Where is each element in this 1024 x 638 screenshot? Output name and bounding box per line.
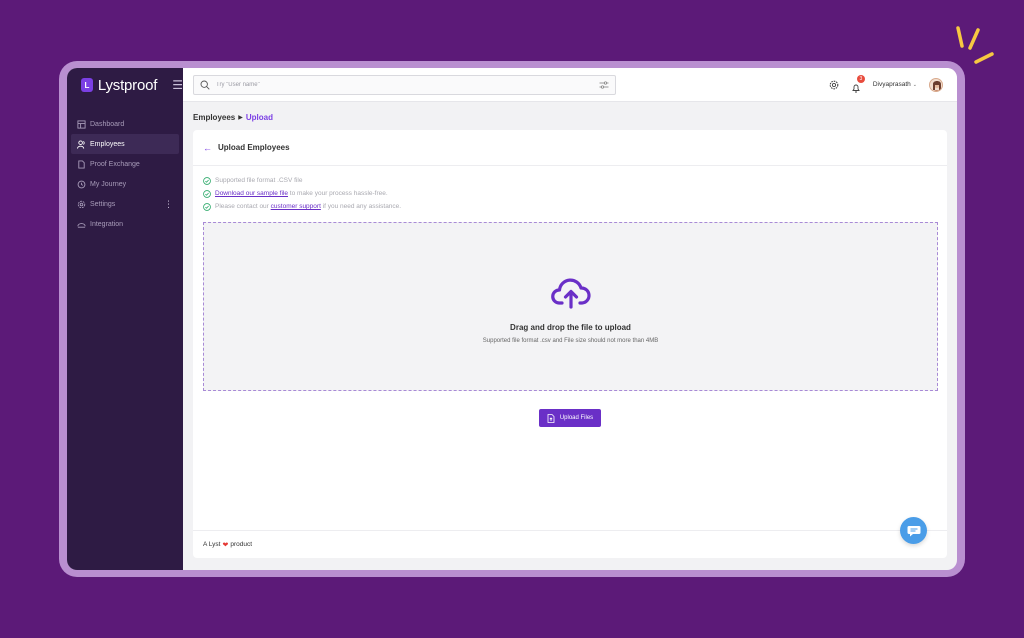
history-icon (77, 180, 86, 189)
upload-card: ← Upload Employees Supported file format… (193, 130, 947, 558)
upload-instructions: Supported file format .CSV file Download… (193, 166, 947, 213)
info-text: Download our sample file to make your pr… (215, 190, 388, 197)
breadcrumb: Employees ▶ Upload (193, 110, 947, 124)
file-upload-icon (547, 413, 555, 423)
dropzone-subtitle: Supported file format .csv and File size… (482, 338, 659, 344)
back-arrow-icon[interactable]: ← (203, 143, 212, 153)
sidebar-item-label: Proof Exchange (90, 160, 140, 168)
bell-icon (852, 84, 860, 92)
notifications[interactable]: 3 (851, 74, 865, 92)
check-circle-icon (203, 189, 211, 198)
info-text-rest: to make your process hassle-free. (287, 190, 388, 197)
info-text: Please contact our customer support if y… (215, 203, 401, 210)
heart-icon: ❤ (222, 541, 229, 549)
sidebar-item-my-journey[interactable]: My Journey (67, 174, 183, 194)
integration-icon (77, 220, 86, 229)
page-title: Upload Employees (218, 143, 290, 152)
users-icon (77, 139, 86, 149)
info-row: Please contact our customer support if y… (203, 200, 947, 213)
content: Employees ▶ Upload ← Upload Employees Su… (183, 102, 957, 570)
topbar: 3 Divyaprasath ⌄ (183, 68, 957, 102)
card-header: ← Upload Employees (193, 130, 947, 166)
notification-badge: 3 (856, 74, 865, 83)
sidebar-item-proof-exchange[interactable]: Proof Exchange (67, 154, 183, 174)
search-icon (200, 80, 210, 90)
sidebar-item-label: My Journey (90, 180, 127, 188)
check-circle-icon (203, 176, 211, 185)
upload-button-wrap: Upload Files (193, 409, 947, 427)
sidebar-item-label: Integration (90, 220, 124, 228)
sidebar: L Lystproof ☰ Dashboard Employees Proof … (67, 68, 183, 570)
file-dropzone[interactable]: Drag and drop the file to upload Support… (203, 222, 938, 391)
chat-support-button[interactable] (900, 517, 927, 544)
sidebar-item-employees[interactable]: Employees (71, 134, 179, 154)
app-window: L Lystproof ☰ Dashboard Employees Proof … (67, 68, 957, 570)
info-text: Supported file format .CSV file (215, 177, 303, 184)
sidebar-nav: Dashboard Employees Proof Exchange My Jo… (67, 114, 183, 234)
sidebar-item-integration[interactable]: Integration (67, 214, 183, 234)
upload-files-button[interactable]: Upload Files (538, 409, 602, 427)
brand-name: Lystproof (97, 76, 158, 94)
chat-bubble-icon (907, 525, 920, 536)
hamburger-menu-icon[interactable]: ☰ (172, 79, 183, 91)
upload-button-label: Upload Files (559, 415, 594, 421)
brand[interactable]: L Lystproof ☰ (67, 68, 183, 102)
avatar[interactable] (929, 77, 943, 92)
kebab-menu-icon[interactable]: ⋮ (164, 198, 173, 210)
main-area: 3 Divyaprasath ⌄ Employees ▶ Upload ← (183, 68, 957, 570)
sidebar-item-dashboard[interactable]: Dashboard (67, 114, 183, 134)
document-icon (77, 159, 86, 169)
caret-right-icon: ▶ (238, 114, 243, 121)
footer: A Lyst ❤ product (193, 530, 947, 558)
breadcrumb-current: Upload (245, 112, 273, 122)
sidebar-item-label: Dashboard (90, 120, 125, 128)
customer-support-link[interactable]: customer support (271, 203, 321, 210)
cloud-upload-icon (550, 278, 591, 309)
chevron-down-icon: ⌄ (912, 81, 917, 88)
topbar-actions: 3 Divyaprasath ⌄ (829, 74, 943, 92)
info-row: Download our sample file to make your pr… (203, 187, 947, 200)
footer-text-pre: A Lyst (203, 541, 221, 548)
sidebar-item-label: Settings (90, 200, 116, 208)
brand-logo-icon: L (81, 78, 93, 92)
user-name: Divyaprasath (872, 81, 911, 88)
filter-sliders-icon[interactable] (599, 80, 609, 90)
download-sample-link[interactable]: Download our sample file (215, 190, 288, 197)
sidebar-item-settings[interactable]: Settings ⋮ (67, 194, 183, 214)
dashboard-icon (77, 119, 86, 129)
search-input[interactable] (216, 81, 593, 88)
search-box (193, 74, 616, 95)
info-row: Supported file format .CSV file (203, 174, 947, 187)
dropzone-title: Drag and drop the file to upload (510, 323, 631, 332)
info-text-rest: if you need any assistance. (320, 203, 402, 210)
check-circle-icon (203, 202, 211, 211)
settings-gear-icon[interactable] (829, 80, 839, 90)
breadcrumb-parent[interactable]: Employees (193, 113, 235, 122)
info-text-pre: Please contact our (215, 203, 271, 210)
user-menu[interactable]: Divyaprasath ⌄ (873, 81, 917, 88)
footer-text-post: product (230, 541, 253, 548)
sidebar-item-label: Employees (90, 140, 125, 148)
gear-icon (77, 200, 86, 209)
